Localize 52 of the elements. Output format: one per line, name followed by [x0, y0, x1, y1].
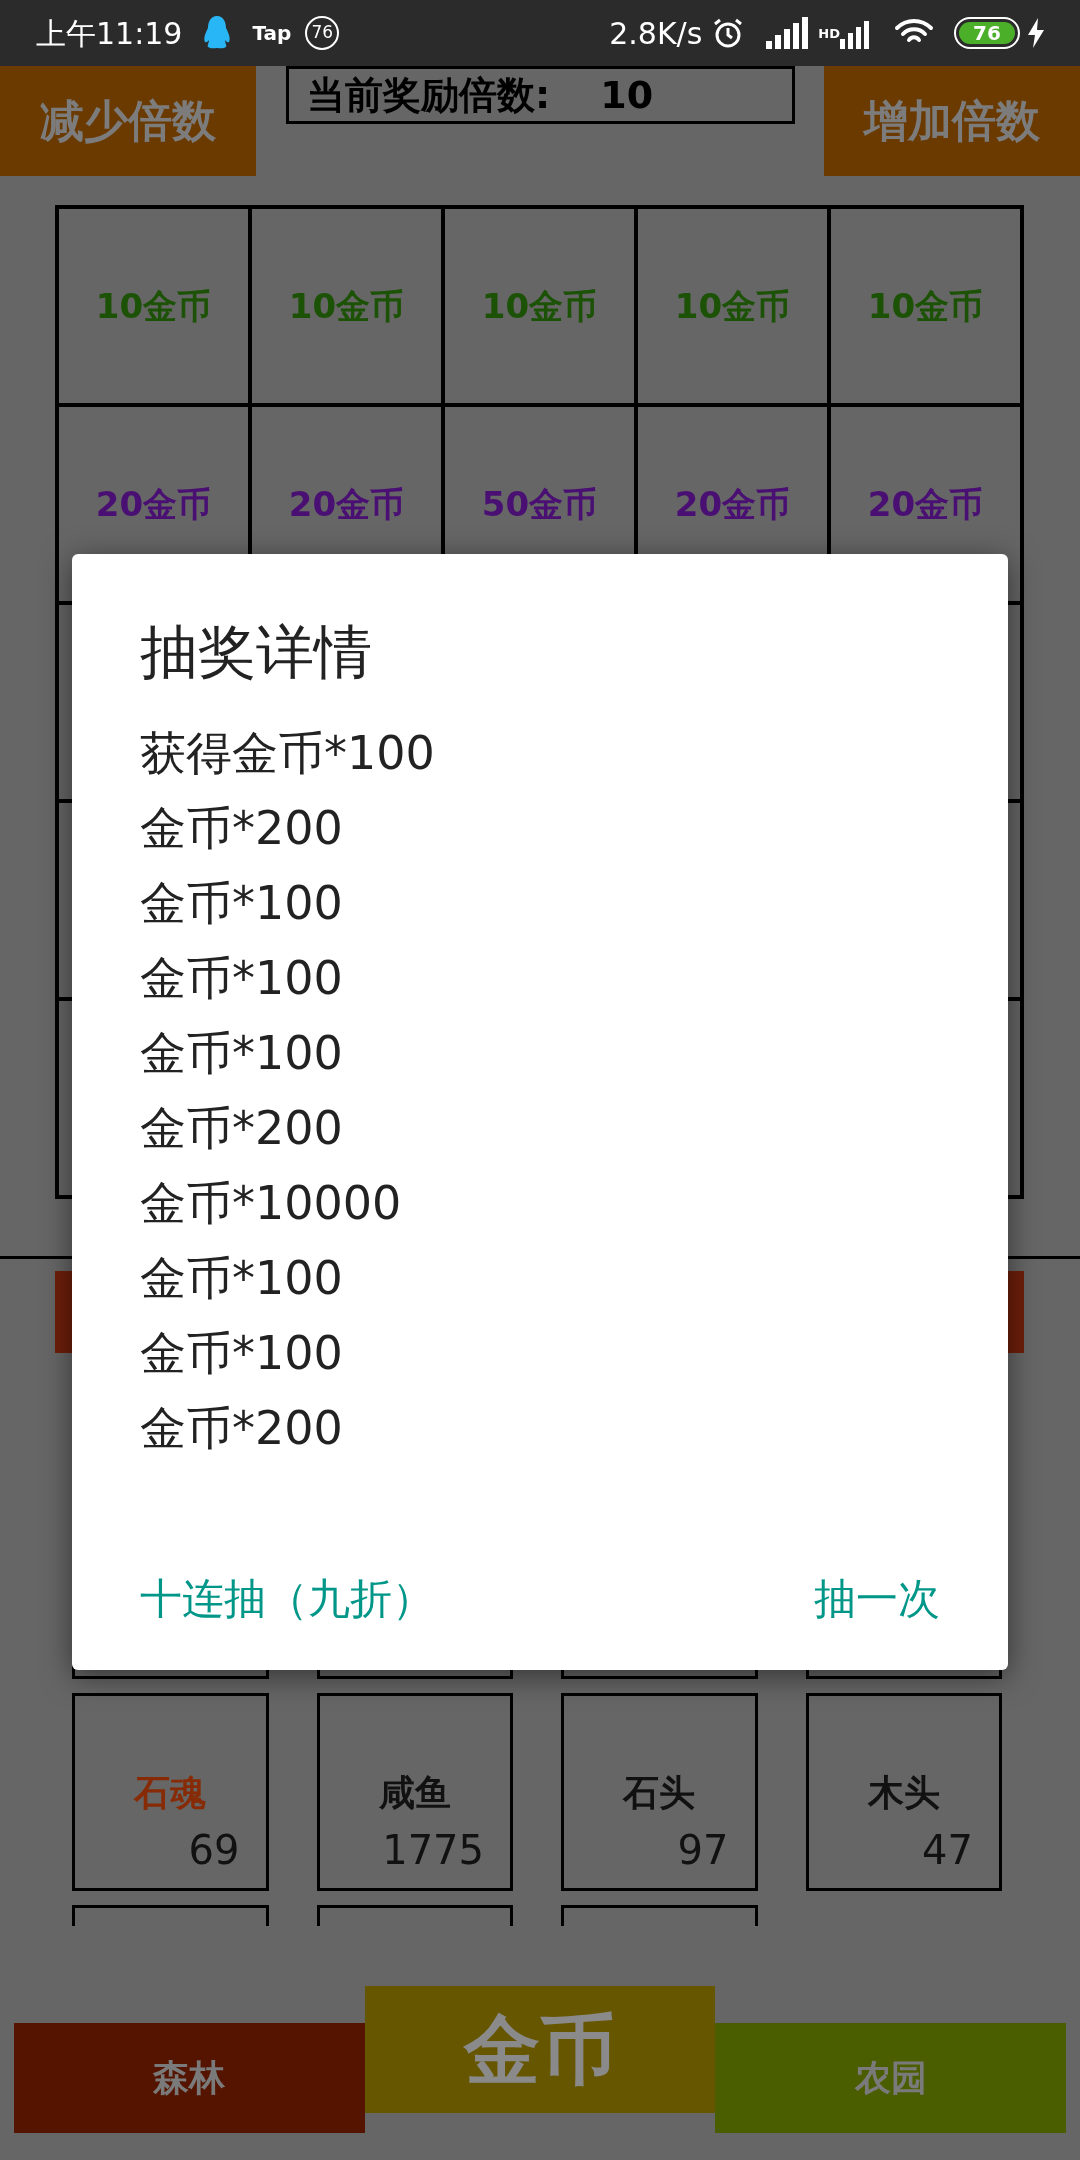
prize-label: 20金币	[95, 482, 212, 526]
result-line: 金币*200	[140, 800, 344, 857]
item-count: 97	[677, 1826, 729, 1875]
result-line: 金币*200	[140, 1100, 344, 1157]
result-line: 金币*10000	[140, 1175, 403, 1232]
signal-icon	[766, 17, 809, 49]
prize-label: 50金币	[481, 482, 598, 526]
item-count: 1775	[382, 1826, 484, 1875]
decrease-button[interactable]: 减少倍数	[0, 66, 256, 176]
item-count: 47	[922, 1826, 973, 1875]
prize-label: 20金币	[288, 482, 405, 526]
alarm-icon	[712, 17, 745, 49]
item-count: 69	[188, 1826, 240, 1875]
prize-label: 20金币	[867, 482, 984, 526]
result-line: 金币*100	[140, 1025, 344, 1082]
item-card[interactable]: 石魂 69	[72, 1693, 269, 1891]
result-line: 获得金币*100	[140, 725, 436, 782]
item-name: 咸鱼	[378, 1771, 451, 1815]
nav-tab[interactable]: 农园	[715, 2023, 1066, 2133]
charging-icon	[1028, 18, 1044, 48]
item-card[interactable]: 咸鱼 1775	[316, 1693, 513, 1891]
network-speed: 2.8K/s	[609, 14, 703, 53]
result-line: 金币*100	[140, 950, 344, 1007]
result-line: 金币*100	[140, 1250, 344, 1307]
result-line: 金币*100	[140, 1325, 344, 1382]
prize-label: 20金币	[674, 482, 791, 526]
prize-label: 10金币	[481, 284, 598, 328]
penguin-icon	[202, 15, 233, 51]
notification-badge: 76	[305, 16, 340, 50]
nav-tab[interactable]: 森林	[14, 2023, 365, 2133]
item-name: 木头	[867, 1771, 940, 1815]
hd-label: HD	[818, 26, 840, 40]
app-label: Tap	[252, 20, 292, 47]
multiplier-value: 10	[600, 71, 654, 119]
dialog-button[interactable]: 十连抽（九折）	[140, 1567, 434, 1630]
time: 上午11:19	[36, 14, 183, 53]
item-name: 石头	[623, 1771, 696, 1815]
item-card[interactable]: 石头 97	[561, 1693, 758, 1891]
prize-label: 10金币	[288, 284, 405, 328]
multiplier-label: 当前奖励倍数:	[307, 71, 551, 119]
nav-tab[interactable]: 金币	[364, 1986, 716, 2113]
dialog-button[interactable]: 抽一次	[814, 1567, 940, 1630]
dialog-title: 抽奖详情	[140, 617, 373, 688]
prize-label: 10金币	[867, 284, 984, 328]
increase-button[interactable]: 增加倍数	[824, 66, 1080, 176]
prize-label: 10金币	[674, 284, 791, 328]
battery-indicator: 76	[954, 17, 1020, 49]
item-name: 石魂	[134, 1771, 207, 1815]
result-line: 金币*200	[140, 1400, 344, 1457]
prize-label: 10金币	[95, 284, 212, 328]
item-card[interactable]: 木头 47	[805, 1693, 1002, 1891]
result-line: 金币*100	[140, 875, 344, 932]
